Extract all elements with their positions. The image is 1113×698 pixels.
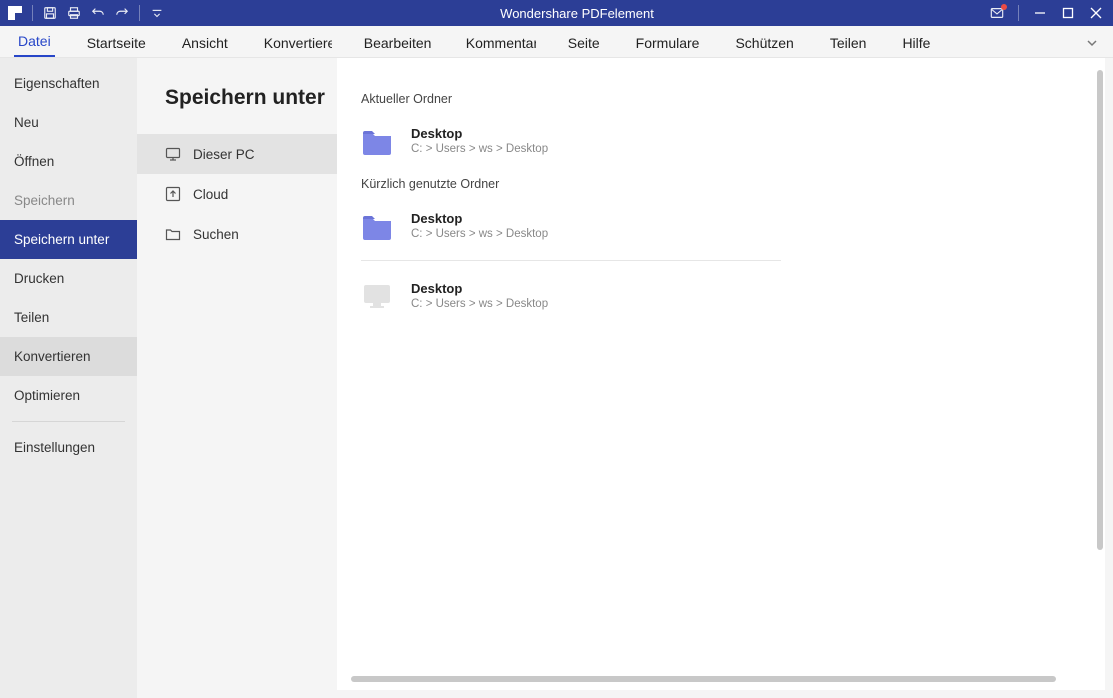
file-backstage: Eigenschaften Neu Öffnen Speichern Speic… (0, 58, 1113, 698)
file-menu-divider (12, 421, 125, 422)
file-menu-convert[interactable]: Konvertieren (0, 337, 137, 376)
ribbon-tab-kommentar[interactable]: Kommentar (462, 29, 536, 57)
folder-path: C: > Users > ws > Desktop (411, 143, 548, 155)
window-minimize-button[interactable] (1033, 6, 1047, 20)
folder-name: Desktop (411, 281, 548, 296)
window-close-button[interactable] (1089, 6, 1103, 20)
file-menu-share[interactable]: Teilen (0, 298, 137, 337)
titlebar: Wondershare PDFelement (0, 0, 1113, 26)
folder-blue-icon (361, 212, 393, 240)
save-icon[interactable] (43, 6, 57, 20)
quick-access-dropdown-icon[interactable] (150, 6, 164, 20)
ribbon-tab-teilen[interactable]: Teilen (826, 29, 871, 57)
file-menu-save-as[interactable]: Speichern unter (0, 220, 137, 259)
folder-name: Desktop (411, 211, 548, 226)
file-menu-sidebar: Eigenschaften Neu Öffnen Speichern Speic… (0, 58, 137, 698)
window-maximize-button[interactable] (1061, 6, 1075, 20)
source-label: Cloud (193, 187, 228, 202)
recent-folder-item[interactable]: Desktop C: > Users > ws > Desktop (361, 205, 1071, 256)
folder-blue-icon (361, 127, 393, 155)
recent-folder-item[interactable]: Desktop C: > Users > ws > Desktop (361, 275, 1071, 326)
ribbon-tab-datei[interactable]: Datei (14, 27, 55, 57)
ribbon-tab-seite[interactable]: Seite (564, 29, 604, 57)
redo-icon[interactable] (115, 6, 129, 20)
separator (32, 5, 33, 21)
cloud-upload-icon (165, 186, 181, 202)
current-folder-heading: Aktueller Ordner (361, 92, 1071, 106)
save-source-panel: Speichern unter Dieser PC Cloud Suchen (137, 58, 337, 698)
file-menu-save[interactable]: Speichern (0, 181, 137, 220)
separator (1018, 5, 1019, 21)
save-as-header: Speichern unter (137, 58, 337, 134)
source-cloud[interactable]: Cloud (137, 174, 337, 214)
folder-path: C: > Users > ws > Desktop (411, 298, 548, 310)
source-browse[interactable]: Suchen (137, 214, 337, 254)
ribbon-tab-formulare[interactable]: Formulare (632, 29, 704, 57)
window-title: Wondershare PDFelement (164, 6, 990, 21)
folder-icon (165, 226, 181, 242)
monitor-gray-icon (361, 282, 393, 310)
separator (139, 5, 140, 21)
source-label: Dieser PC (193, 147, 255, 162)
ribbon-tab-konvertieren[interactable]: Konvertieren (260, 29, 332, 57)
horizontal-scrollbar[interactable] (351, 676, 1085, 684)
source-label: Suchen (193, 227, 239, 242)
ribbon-tab-bearbeiten[interactable]: Bearbeiten (360, 29, 434, 57)
print-icon[interactable] (67, 6, 81, 20)
file-menu-settings[interactable]: Einstellungen (0, 428, 137, 467)
folder-browser-panel: Aktueller Ordner Desktop C: > Users > ws… (337, 58, 1105, 690)
undo-icon[interactable] (91, 6, 105, 20)
vertical-scrollbar[interactable] (1095, 58, 1105, 690)
source-this-pc[interactable]: Dieser PC (137, 134, 337, 174)
notification-badge (1001, 4, 1007, 10)
monitor-icon (165, 146, 181, 162)
current-folder-item[interactable]: Desktop C: > Users > ws > Desktop (361, 120, 1071, 171)
file-menu-properties[interactable]: Eigenschaften (0, 64, 137, 103)
file-menu-optimize[interactable]: Optimieren (0, 376, 137, 415)
ribbon-collapse-icon[interactable] (1085, 36, 1099, 55)
app-logo-icon (8, 6, 22, 20)
divider (361, 260, 781, 261)
ribbon-tab-hilfe[interactable]: Hilfe (898, 29, 934, 57)
ribbon-tab-startseite[interactable]: Startseite (83, 29, 150, 57)
file-menu-print[interactable]: Drucken (0, 259, 137, 298)
folder-path: C: > Users > ws > Desktop (411, 228, 548, 240)
file-menu-open[interactable]: Öffnen (0, 142, 137, 181)
ribbon-tab-ansicht[interactable]: Ansicht (178, 29, 232, 57)
file-menu-new[interactable]: Neu (0, 103, 137, 142)
ribbon-tabs: Datei Startseite Ansicht Konvertieren Be… (0, 26, 1113, 58)
folder-name: Desktop (411, 126, 548, 141)
notification-mail-icon[interactable] (990, 6, 1004, 20)
recent-folders-heading: Kürzlich genutzte Ordner (361, 177, 1071, 191)
ribbon-tab-schuetzen[interactable]: Schützen (731, 29, 797, 57)
